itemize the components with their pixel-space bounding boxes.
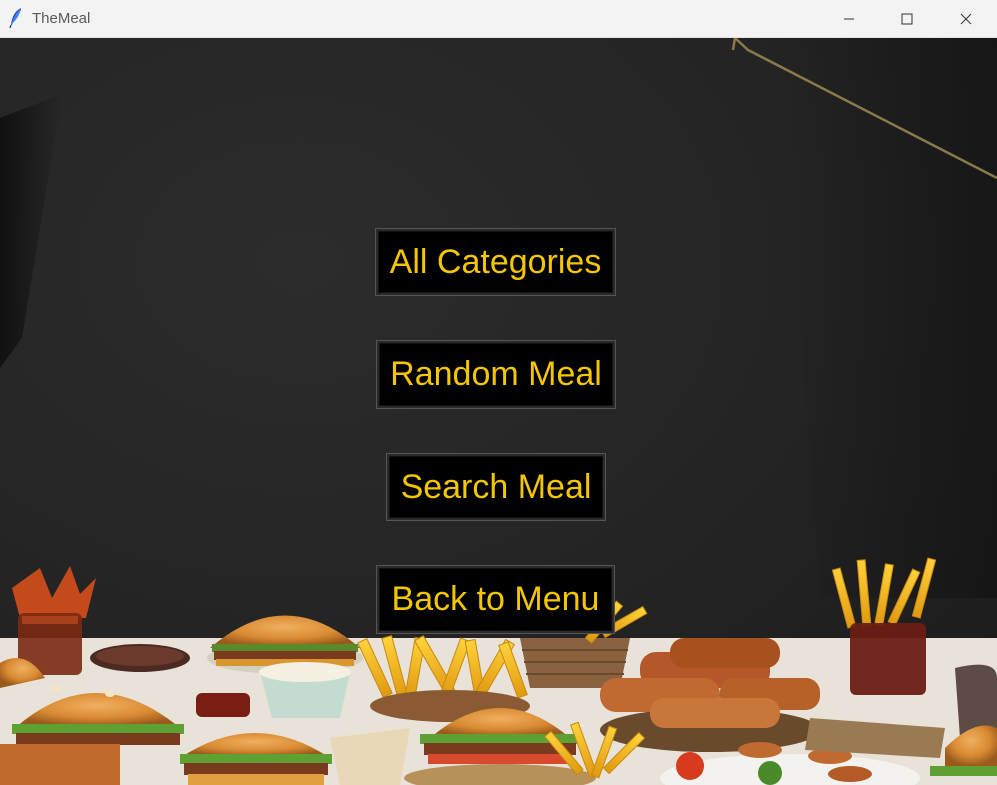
background-image	[0, 38, 997, 785]
search-meal-button[interactable]: Search Meal	[387, 454, 605, 520]
minimize-icon	[844, 18, 854, 20]
maximize-button[interactable]	[878, 0, 936, 38]
all-categories-button[interactable]: All Categories	[376, 229, 615, 295]
minimize-button[interactable]	[820, 0, 878, 38]
close-icon	[960, 13, 972, 25]
close-button[interactable]	[937, 0, 995, 38]
title-bar[interactable]: TheMeal	[0, 0, 997, 38]
feather-icon	[9, 8, 21, 29]
app-window: TheMeal All Categories Random Meal Searc…	[0, 0, 997, 785]
maximize-icon	[901, 13, 913, 25]
back-to-menu-button[interactable]: Back to Menu	[377, 566, 614, 633]
main-content: All Categories Random Meal Search Meal B…	[0, 38, 997, 785]
window-title: TheMeal	[32, 10, 91, 27]
random-meal-button[interactable]: Random Meal	[377, 341, 615, 408]
